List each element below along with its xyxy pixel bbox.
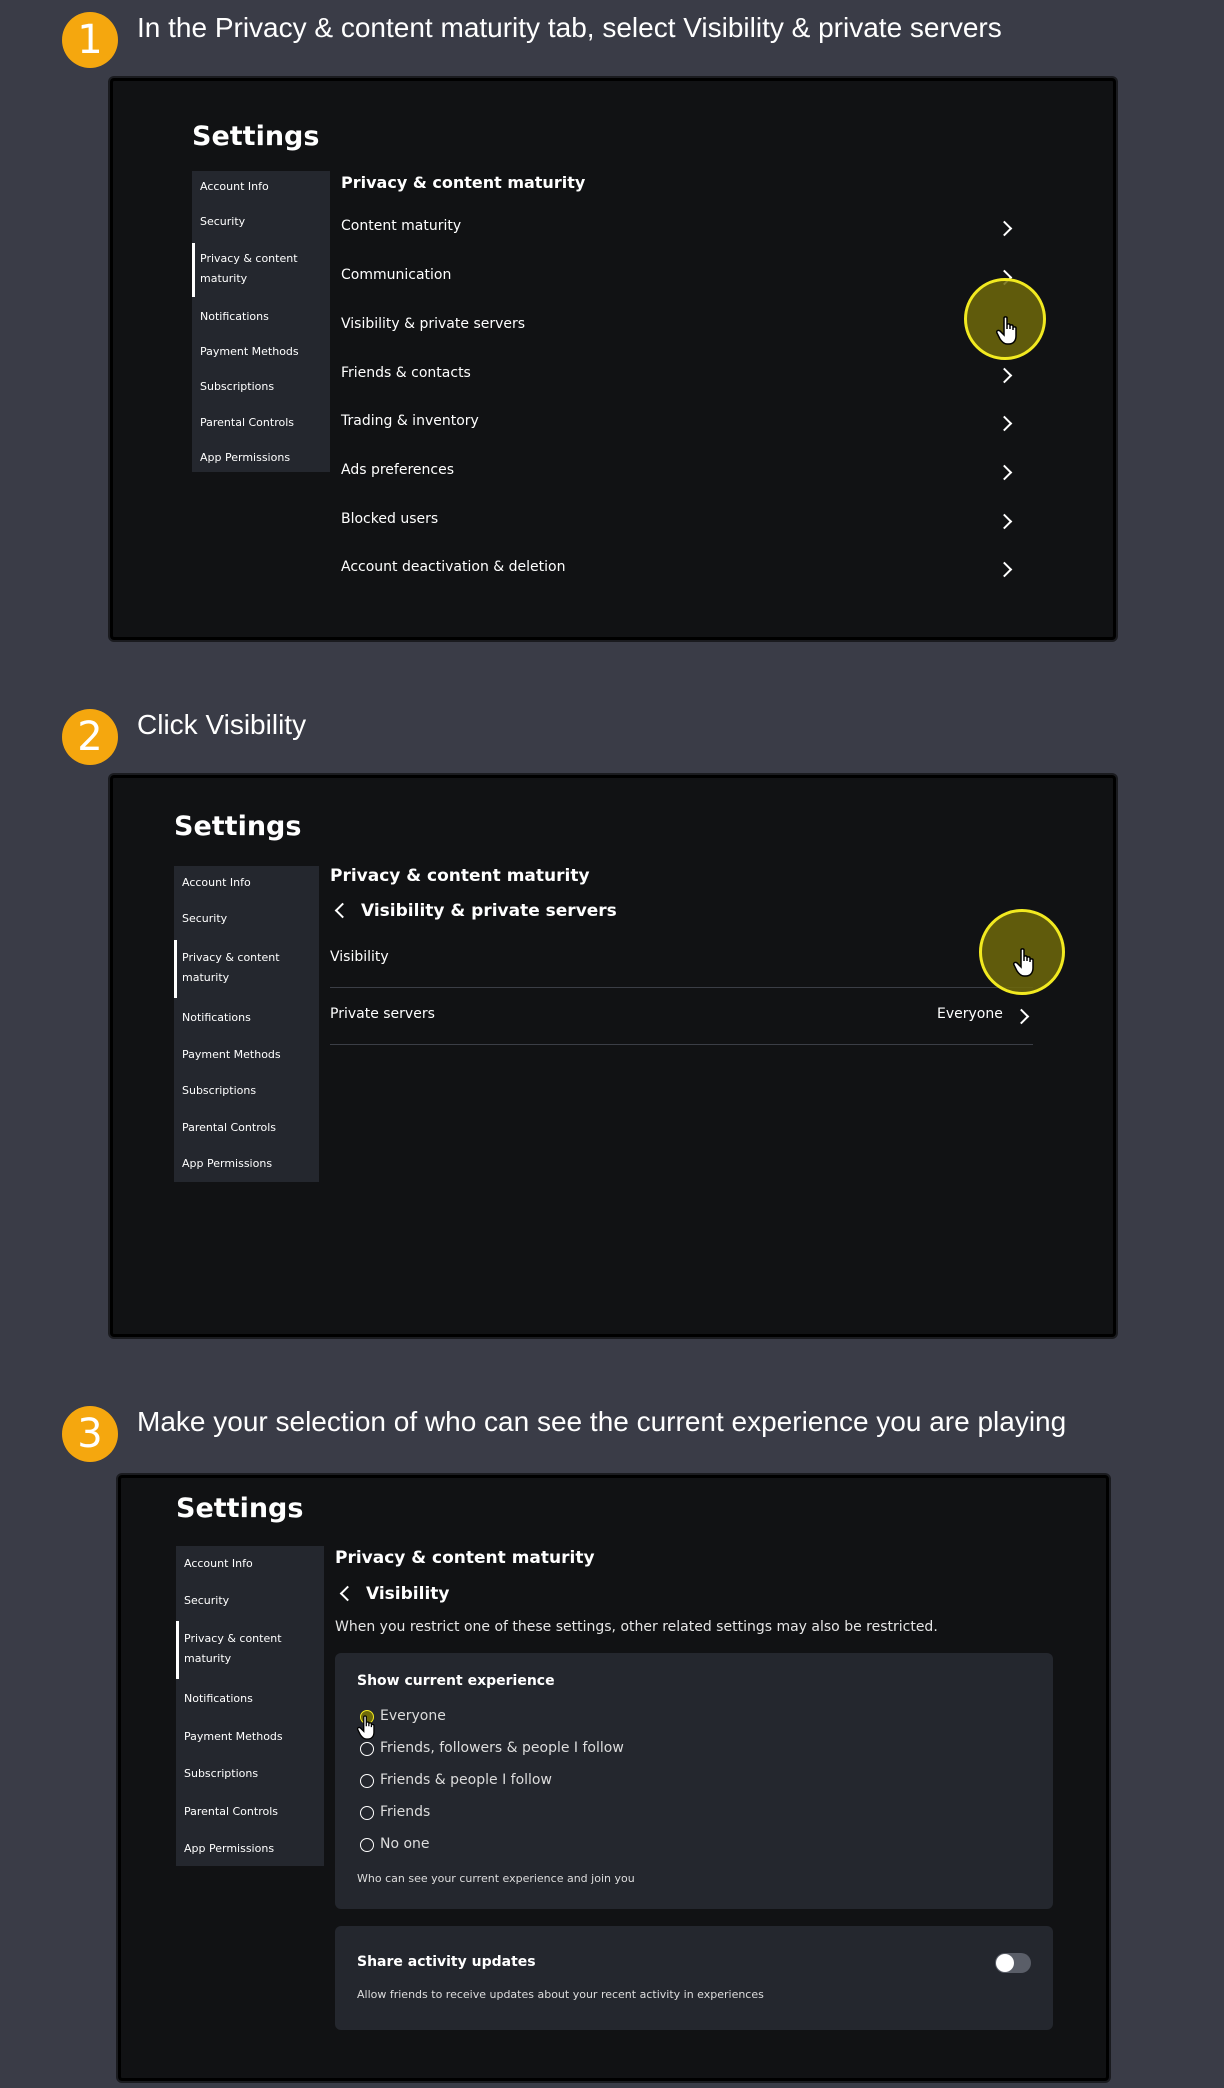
row-content-maturity[interactable]: Content maturity (341, 218, 461, 234)
chevron-right-icon (996, 513, 1013, 530)
experience-hint: Who can see your current experience and … (357, 1872, 635, 1885)
visibility-private-servers-title: Visibility & private servers (361, 901, 617, 921)
radio-friends-people-i-follow[interactable] (360, 1774, 374, 1788)
privacy-section-title: Privacy & content maturity (335, 1548, 595, 1568)
step-2-badge: 2 (62, 709, 118, 765)
sidebar-item-parental-controls[interactable]: Parental Controls (176, 1802, 324, 1822)
sidebar-item-privacy-line1: Privacy & content (182, 951, 280, 964)
chevron-right-icon (996, 415, 1013, 432)
row-visibility-private-servers[interactable]: Visibility & private servers (341, 316, 525, 332)
step-3-instruction: Make your selection of who can see the c… (137, 1406, 1067, 1437)
row-friends-contacts[interactable]: Friends & contacts (341, 365, 471, 381)
sidebar-item-privacy-line2: maturity (200, 272, 248, 285)
row-trading-inventory[interactable]: Trading & inventory (341, 413, 479, 429)
sidebar-item-privacy[interactable]: Privacy & content maturity (176, 1621, 324, 1679)
settings-title: Settings (174, 811, 302, 842)
sidebar-item-app-permissions[interactable]: App Permissions (174, 1154, 319, 1174)
sidebar-item-parental-controls[interactable]: Parental Controls (192, 413, 330, 433)
sidebar-item-app-permissions[interactable]: App Permissions (176, 1839, 324, 1859)
privacy-section-title: Privacy & content maturity (341, 173, 586, 192)
sidebar-item-security[interactable]: Security (192, 212, 330, 232)
row-visibility[interactable]: Visibility (330, 949, 389, 965)
row-blocked-users[interactable]: Blocked users (341, 511, 438, 527)
chevron-right-icon (996, 464, 1013, 481)
privacy-section-title: Privacy & content maturity (330, 866, 590, 886)
show-current-experience-title: Show current experience (357, 1673, 555, 1689)
sidebar-item-app-permissions[interactable]: App Permissions (192, 448, 330, 468)
settings-sidebar: Account Info Security Privacy & content … (192, 171, 330, 472)
show-current-experience-card: Show current experience Everyone Friends… (335, 1653, 1053, 1909)
sidebar-item-notifications[interactable]: Notifications (176, 1689, 324, 1709)
sidebar-item-account-info[interactable]: Account Info (174, 873, 319, 893)
back-chevron-icon[interactable] (334, 902, 351, 919)
option-friends-label[interactable]: Friends (380, 1804, 430, 1820)
option-no-one-label[interactable]: No one (380, 1836, 430, 1852)
sidebar-item-subscriptions[interactable]: Subscriptions (174, 1081, 319, 1101)
radio-friends-followers[interactable] (360, 1742, 374, 1756)
row-account-deactivation[interactable]: Account deactivation & deletion (341, 559, 565, 575)
sidebar-item-account-info[interactable]: Account Info (176, 1554, 324, 1574)
settings-title: Settings (176, 1493, 304, 1524)
step-2-instruction: Click Visibility (137, 709, 307, 740)
settings-sidebar: Account Info Security Privacy & content … (176, 1546, 324, 1866)
private-servers-value: Everyone (937, 1006, 1003, 1022)
chevron-right-icon (996, 367, 1013, 384)
sidebar-item-privacy-line2: maturity (182, 971, 230, 984)
sidebar-item-notifications[interactable]: Notifications (192, 307, 330, 327)
sidebar-item-privacy-line2: maturity (184, 1652, 232, 1665)
sidebar-item-notifications[interactable]: Notifications (174, 1008, 319, 1028)
step-1-instruction: In the Privacy & content maturity tab, s… (137, 12, 1002, 43)
chevron-right-icon (996, 220, 1013, 237)
sidebar-item-privacy[interactable]: Privacy & content maturity (192, 243, 330, 297)
sidebar-item-security[interactable]: Security (174, 909, 319, 929)
sidebar-item-subscriptions[interactable]: Subscriptions (176, 1764, 324, 1784)
restriction-notice: When you restrict one of these settings,… (335, 1619, 938, 1635)
share-activity-toggle[interactable] (995, 1953, 1031, 1973)
row-ads-preferences[interactable]: Ads preferences (341, 462, 454, 478)
chevron-right-icon (1013, 1008, 1030, 1025)
radio-friends[interactable] (360, 1806, 374, 1820)
divider (330, 987, 1033, 988)
sidebar-item-privacy-line1: Privacy & content (184, 1632, 282, 1645)
radio-no-one[interactable] (360, 1838, 374, 1852)
sidebar-item-privacy-line1: Privacy & content (200, 252, 298, 265)
hand-cursor-icon (996, 316, 1017, 345)
option-friends-people-i-follow-label[interactable]: Friends & people I follow (380, 1772, 552, 1788)
chevron-right-icon (996, 561, 1013, 578)
share-activity-hint: Allow friends to receive updates about y… (357, 1988, 764, 2001)
step-1-badge: 1 (62, 12, 118, 68)
settings-sidebar: Account Info Security Privacy & content … (174, 866, 319, 1182)
share-activity-title: Share activity updates (357, 1954, 536, 1970)
hand-cursor-icon (1013, 948, 1034, 977)
sidebar-item-payment-methods[interactable]: Payment Methods (174, 1045, 319, 1065)
back-chevron-icon[interactable] (339, 1585, 356, 1602)
share-activity-card: Share activity updates Allow friends to … (335, 1926, 1053, 2030)
sidebar-item-payment-methods[interactable]: Payment Methods (176, 1727, 324, 1747)
visibility-title: Visibility (366, 1584, 450, 1604)
divider (330, 1044, 1033, 1045)
settings-screenshot-3: Settings Account Info Security Privacy &… (118, 1475, 1109, 2081)
step-3-badge: 3 (62, 1406, 118, 1462)
row-communication[interactable]: Communication (341, 267, 451, 283)
hand-cursor-icon (357, 1715, 375, 1740)
sidebar-item-parental-controls[interactable]: Parental Controls (174, 1118, 319, 1138)
settings-screenshot-1: Settings Account Info Security Privacy &… (110, 78, 1116, 640)
sidebar-item-security[interactable]: Security (176, 1591, 324, 1611)
sidebar-item-subscriptions[interactable]: Subscriptions (192, 377, 330, 397)
toggle-knob (996, 1954, 1014, 1972)
settings-screenshot-2: Settings Account Info Security Privacy &… (110, 775, 1116, 1337)
option-friends-followers-label[interactable]: Friends, followers & people I follow (380, 1740, 624, 1756)
settings-title: Settings (192, 121, 320, 152)
sidebar-item-payment-methods[interactable]: Payment Methods (192, 342, 330, 362)
sidebar-item-privacy[interactable]: Privacy & content maturity (174, 940, 319, 998)
option-everyone-label[interactable]: Everyone (380, 1708, 446, 1724)
row-private-servers[interactable]: Private servers (330, 1006, 435, 1022)
sidebar-item-account-info[interactable]: Account Info (192, 177, 330, 197)
